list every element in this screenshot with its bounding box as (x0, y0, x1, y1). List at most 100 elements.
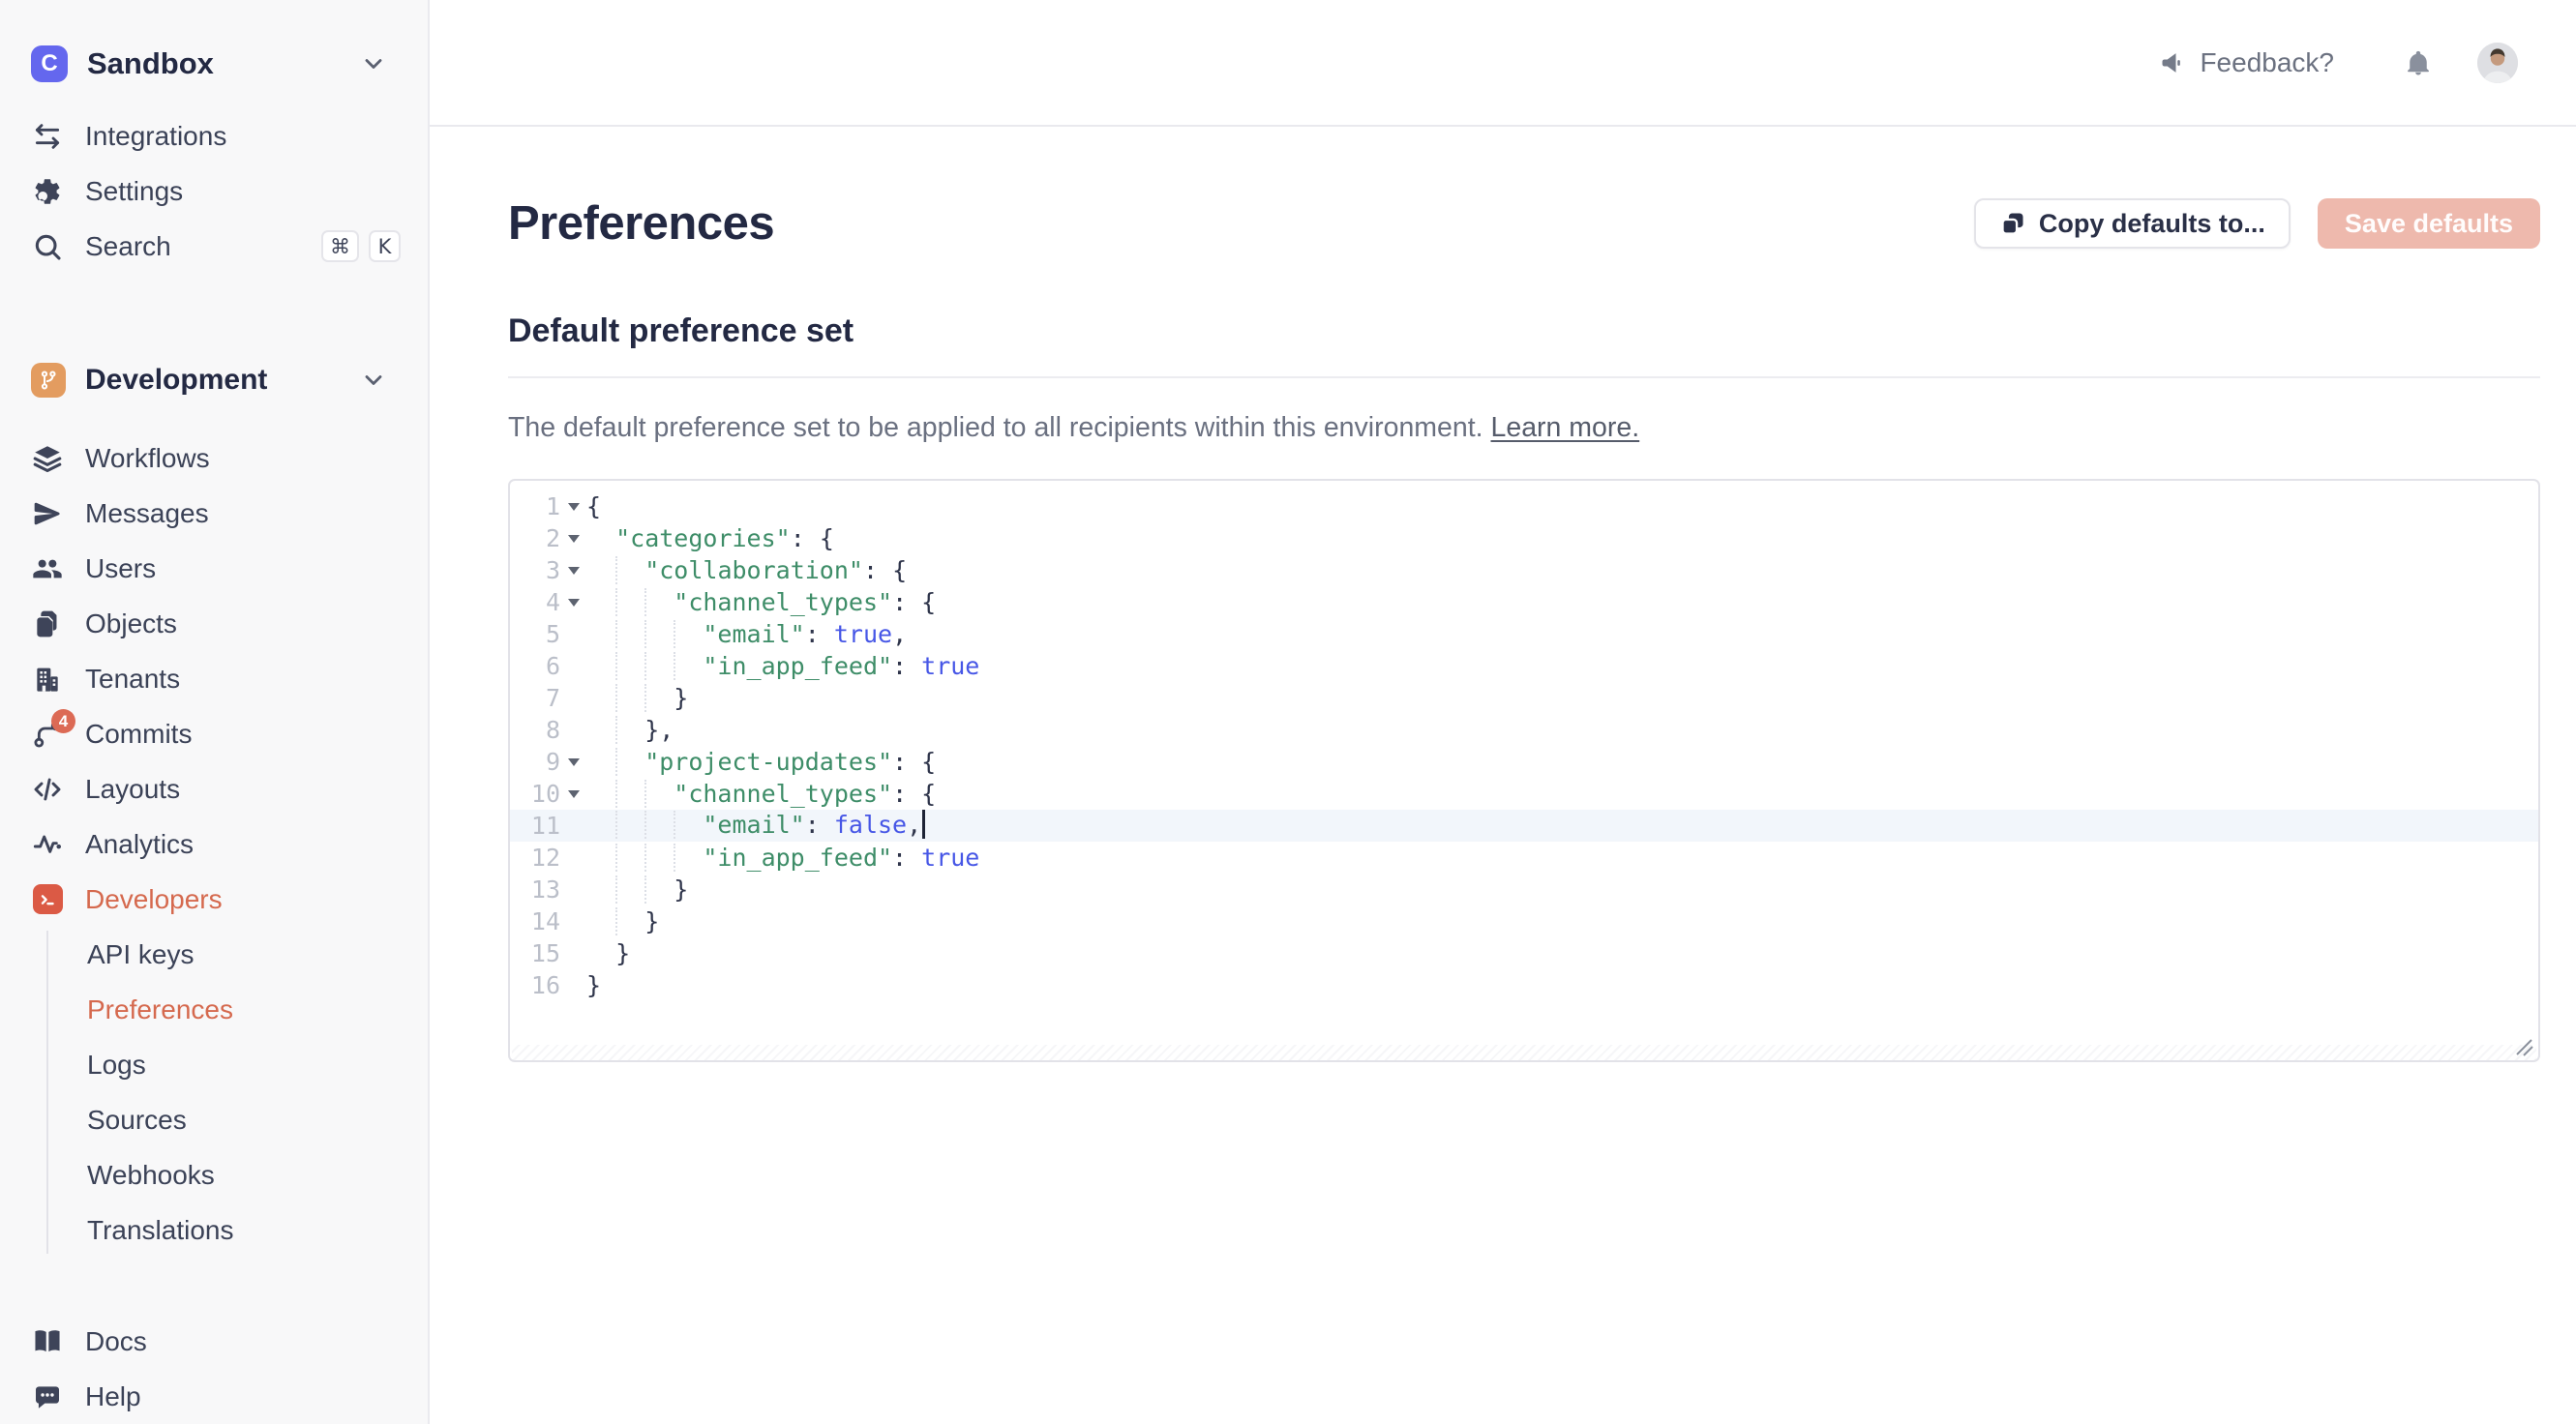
editor-line[interactable]: 4 "channel_types": { (510, 586, 2538, 618)
line-number: 14 (510, 907, 560, 935)
learn-more-link[interactable]: Learn more. (1491, 412, 1640, 443)
sidebar-subitem-preferences[interactable]: Preferences (0, 982, 428, 1037)
code-text: "channel_types": { (586, 588, 2538, 616)
bell-icon (2404, 48, 2433, 77)
sidebar-item-analytics[interactable]: Analytics (0, 816, 428, 872)
editor-line[interactable]: 16} (510, 969, 2538, 1001)
editor-lines: 1{2 "categories": {3 "collaboration": {4… (510, 481, 2538, 1001)
developers-terminal-icon (33, 884, 63, 914)
sidebar-item-search[interactable]: Search⌘K (0, 219, 428, 274)
sidebar-bottom-nav: DocsHelp (0, 1314, 428, 1424)
editor-line[interactable]: 7 } (510, 682, 2538, 714)
fold-caret-icon[interactable] (560, 503, 586, 511)
line-number: 1 (510, 492, 560, 520)
sidebar-item-label: Commits (85, 719, 192, 750)
line-number: 2 (510, 524, 560, 552)
page-title: Preferences (508, 196, 774, 251)
sidebar-item-tenants[interactable]: Tenants (0, 651, 428, 706)
sidebar-item-label: Analytics (85, 829, 194, 860)
megaphone-icon (2159, 49, 2186, 76)
section-divider (508, 376, 2540, 378)
help-icon (31, 1380, 64, 1413)
sidebar-top-nav: Integrations SettingsSearch⌘K (0, 108, 428, 274)
fold-caret-icon[interactable] (560, 567, 586, 575)
editor-resize-handle[interactable] (2513, 1036, 2534, 1057)
line-number: 6 (510, 652, 560, 680)
sidebar-subitem-label: Webhooks (87, 1160, 215, 1191)
feedback-button[interactable]: Feedback? (2159, 47, 2334, 78)
sidebar: C Sandbox Integrations SettingsSearch⌘K D… (0, 0, 430, 1424)
sidebar-item-label: Objects (85, 608, 177, 639)
copy-defaults-button[interactable]: Copy defaults to... (1974, 198, 2291, 249)
settings-icon (31, 175, 64, 208)
editor-line[interactable]: 14 } (510, 905, 2538, 937)
editor-line[interactable]: 5 "email": true, (510, 618, 2538, 650)
chevron-down-icon (360, 367, 387, 394)
editor-line[interactable]: 3 "collaboration": { (510, 554, 2538, 586)
topbar: Feedback? (430, 0, 2576, 127)
code-text: "in_app_feed": true (586, 844, 2538, 872)
copy-icon (1999, 210, 2026, 237)
sidebar-item-settings[interactable]: Settings (0, 163, 428, 219)
line-number: 15 (510, 939, 560, 967)
sidebar-item-integrations[interactable]: Integrations (0, 108, 428, 163)
page-actions: Copy defaults to... Save defaults (1974, 198, 2540, 249)
sidebar-subitem-webhooks[interactable]: Webhooks (0, 1147, 428, 1202)
sidebar-item-docs[interactable]: Docs (0, 1314, 428, 1369)
line-number: 10 (510, 780, 560, 808)
sidebar-item-help[interactable]: Help (0, 1369, 428, 1424)
code-text: } (586, 971, 2538, 999)
sidebar-item-messages[interactable]: Messages (0, 486, 428, 541)
sidebar-item-layouts[interactable]: Layouts (0, 761, 428, 816)
avatar-image (2477, 43, 2518, 83)
sidebar-item-commits[interactable]: 4 Commits (0, 706, 428, 761)
layouts-icon (31, 773, 64, 806)
sidebar-item-developers[interactable]: Developers (0, 872, 428, 927)
integrations-icon (31, 120, 64, 153)
sidebar-subitem-label: API keys (87, 939, 194, 970)
sidebar-subitem-logs[interactable]: Logs (0, 1037, 428, 1092)
editor-line[interactable]: 2 "categories": { (510, 522, 2538, 554)
user-avatar-button[interactable] (2477, 43, 2518, 83)
sidebar-item-users[interactable]: Users (0, 541, 428, 596)
sidebar-subitem-sources[interactable]: Sources (0, 1092, 428, 1147)
code-text: "in_app_feed": true (586, 652, 2538, 680)
editor-line[interactable]: 6 "in_app_feed": true (510, 650, 2538, 682)
editor-line[interactable]: 9 "project-updates": { (510, 746, 2538, 778)
fold-caret-icon[interactable] (560, 535, 586, 543)
editor-line[interactable]: 15 } (510, 937, 2538, 969)
fold-caret-icon[interactable] (560, 758, 586, 766)
code-text: { (586, 492, 2538, 520)
editor-line[interactable]: 11 "email": false, (510, 810, 2538, 842)
sidebar-subitem-translations[interactable]: Translations (0, 1202, 428, 1258)
sidebar-subitem-api-keys[interactable]: API keys (0, 927, 428, 982)
commits-count-badge: 4 (51, 709, 75, 733)
notifications-button[interactable] (2404, 48, 2433, 77)
workspace-switcher[interactable]: C Sandbox (31, 39, 387, 89)
sidebar-environment-nav: Workflows Messages Users Objects Tenants 4 Com… (0, 430, 428, 927)
sidebar-item-label: Integrations (85, 121, 226, 152)
environment-switcher[interactable]: Development (31, 355, 387, 405)
sidebar-item-label: Developers (85, 884, 223, 915)
line-number: 5 (510, 620, 560, 648)
commits-icon: 4 (31, 718, 64, 751)
sidebar-item-label: Users (85, 553, 156, 584)
sidebar-item-workflows[interactable]: Workflows (0, 430, 428, 486)
environment-icon (31, 363, 66, 398)
users-icon (31, 552, 64, 585)
line-number: 11 (510, 812, 560, 840)
editor-line[interactable]: 10 "channel_types": { (510, 778, 2538, 810)
editor-line[interactable]: 1{ (510, 490, 2538, 522)
sidebar-item-label: Messages (85, 498, 209, 529)
editor-line[interactable]: 12 "in_app_feed": true (510, 842, 2538, 874)
sidebar-item-objects[interactable]: Objects (0, 596, 428, 651)
fold-caret-icon[interactable] (560, 599, 586, 607)
code-text: } (586, 939, 2538, 967)
json-code-editor[interactable]: 1{2 "categories": {3 "collaboration": {4… (508, 479, 2540, 1062)
editor-line[interactable]: 13 } (510, 874, 2538, 905)
fold-caret-icon[interactable] (560, 790, 586, 798)
line-number: 13 (510, 875, 560, 904)
save-defaults-button[interactable]: Save defaults (2318, 198, 2540, 249)
save-defaults-label: Save defaults (2345, 209, 2513, 239)
editor-line[interactable]: 8 }, (510, 714, 2538, 746)
